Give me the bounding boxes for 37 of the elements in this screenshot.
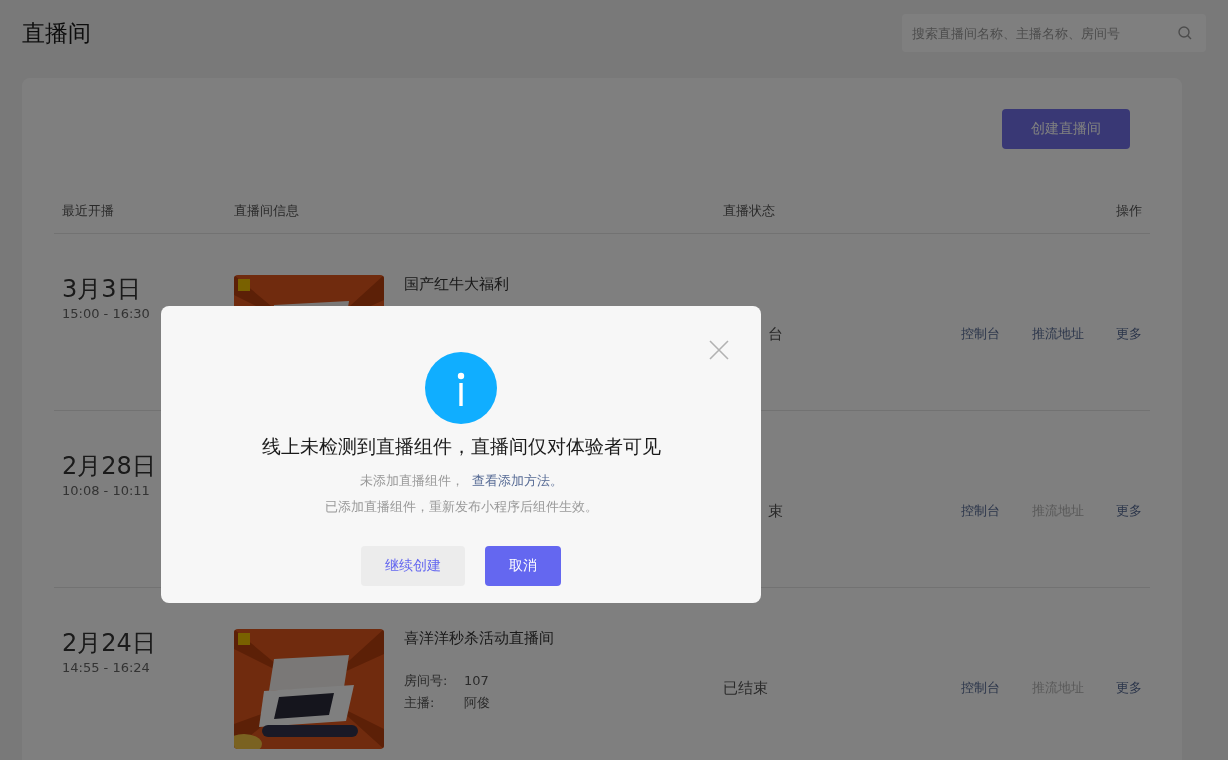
dialog-text: 已添加直播组件，重新发布小程序后组件生效。 xyxy=(324,498,598,516)
column-header: 操作 xyxy=(1115,202,1143,220)
time-text: 14:55 - 16:24 xyxy=(62,660,151,675)
column-header: 最近开播 xyxy=(61,202,115,220)
date-text: 2月28日 xyxy=(62,451,157,481)
room-number: 107 xyxy=(464,672,489,690)
action-link[interactable]: 推流地址 xyxy=(1032,325,1084,343)
action-link[interactable]: 控制台 xyxy=(961,325,1000,343)
dialog-title: 线上未检测到直播组件，直播间仅对体验者可见 xyxy=(261,434,661,459)
help-link[interactable]: 查看添加方法。 xyxy=(471,472,563,490)
host-name: 阿俊 xyxy=(464,694,490,712)
column-header: 直播间信息 xyxy=(234,202,300,220)
time-text: 15:00 - 16:30 xyxy=(62,306,151,321)
column-header: 直播状态 xyxy=(723,202,776,220)
status-text: 台 xyxy=(767,324,783,344)
field-label: 房间号: xyxy=(404,672,449,690)
status-text: 已结束 xyxy=(723,678,769,698)
date-text: 2月24日 xyxy=(62,628,157,658)
dialog-text: 未添加直播组件， xyxy=(359,472,464,490)
search-icon[interactable] xyxy=(1178,26,1192,40)
create-button[interactable]: 创建直播间 xyxy=(1002,109,1130,149)
close-icon[interactable] xyxy=(709,340,729,360)
field-label: 主播: xyxy=(404,694,436,712)
room-title: 国产红牛大福利 xyxy=(404,275,509,294)
cancel-button[interactable]: 取消 xyxy=(485,546,561,586)
continue-button[interactable]: 继续创建 xyxy=(361,546,465,586)
time-text: 10:08 - 10:11 xyxy=(62,483,151,498)
action-link[interactable]: 控制台 xyxy=(961,502,1000,520)
action-link[interactable]: 更多 xyxy=(1116,679,1142,697)
action-link[interactable]: 更多 xyxy=(1116,325,1142,343)
room-title: 喜洋洋秒杀活动直播间 xyxy=(404,629,554,648)
date-text: 3月3日 xyxy=(62,274,142,304)
info-icon xyxy=(425,352,497,424)
action-link[interactable]: 更多 xyxy=(1116,502,1142,520)
status-text: 束 xyxy=(767,501,783,521)
page-title: 直播间 xyxy=(22,18,91,48)
action-link[interactable]: 控制台 xyxy=(961,679,1000,697)
